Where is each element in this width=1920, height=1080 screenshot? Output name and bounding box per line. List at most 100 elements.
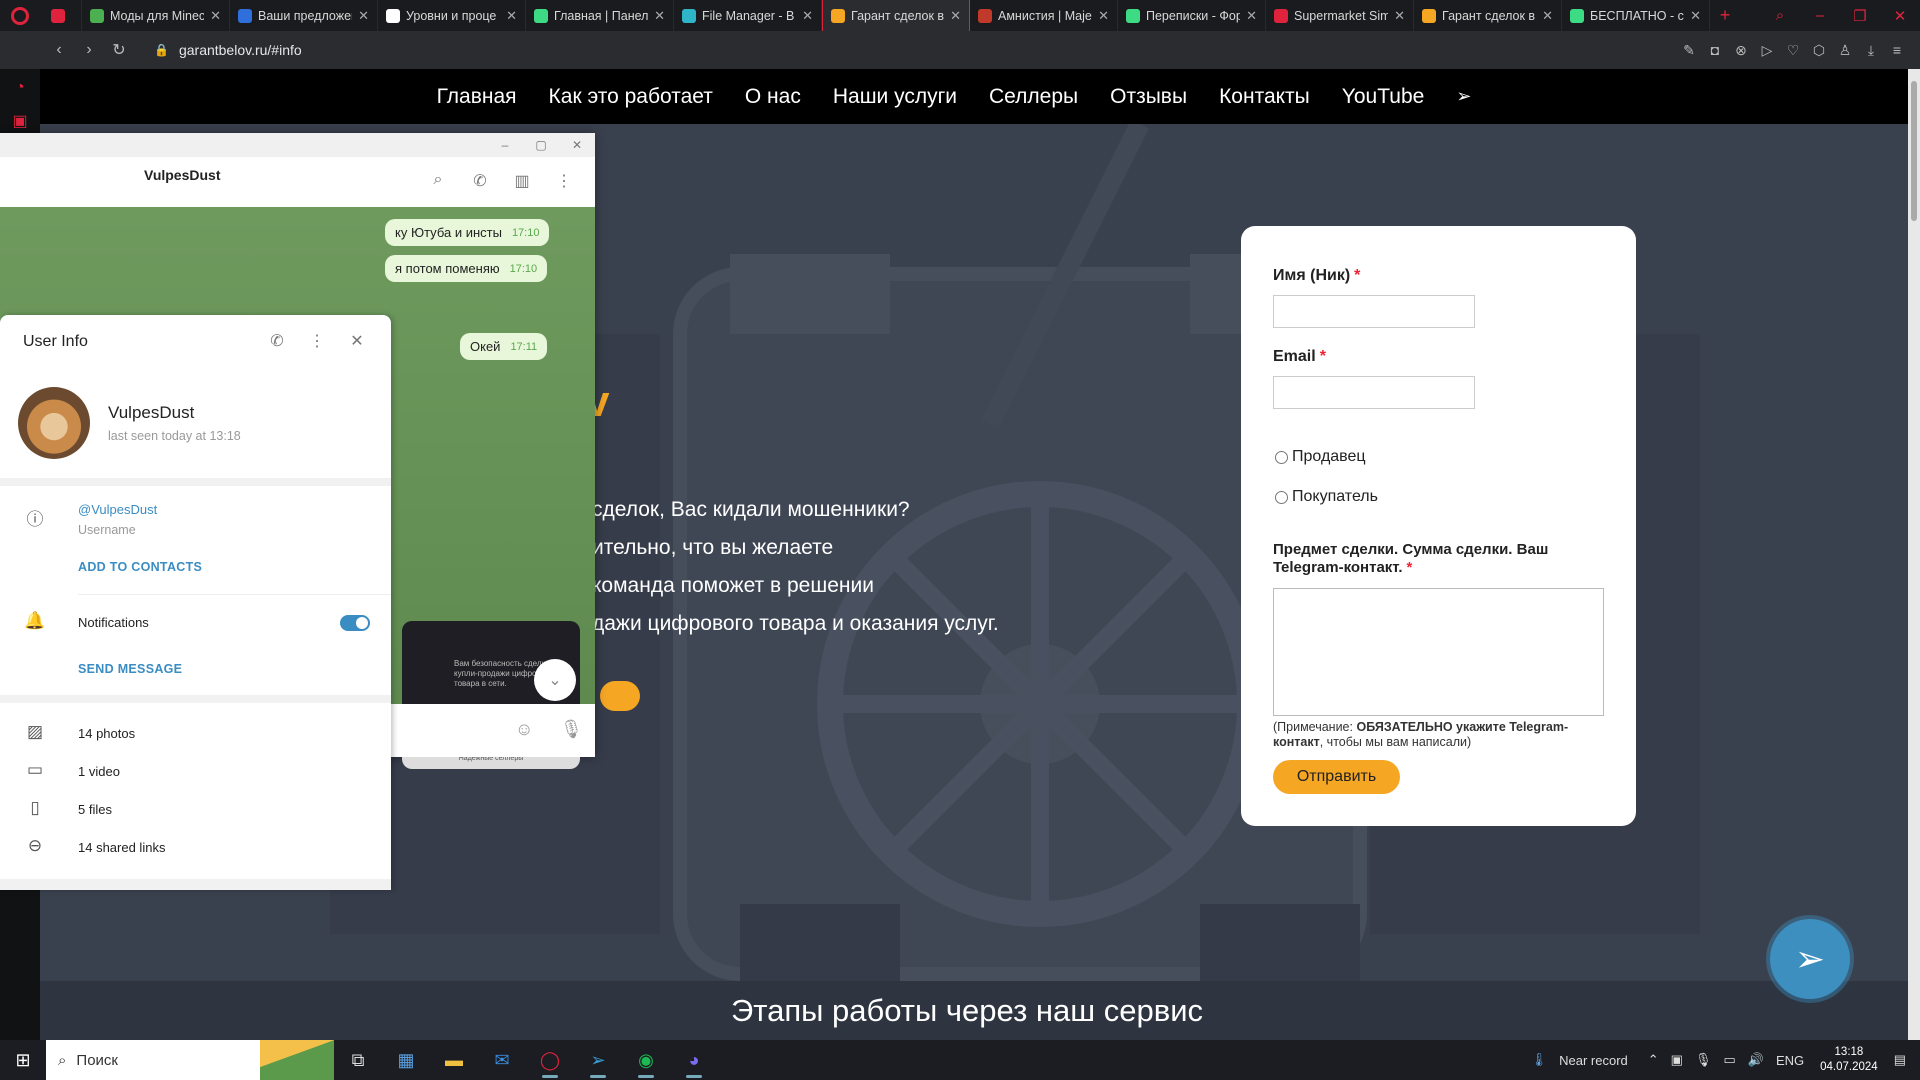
close-icon[interactable]: ✕ — [337, 331, 377, 351]
chevron-up-icon[interactable]: ⌃ — [1648, 1052, 1659, 1068]
clock[interactable]: 13:18 04.07.2024 — [1820, 1045, 1878, 1075]
search-tabs-icon[interactable]: ⌕ — [1760, 7, 1800, 24]
page-scrollbar[interactable] — [1908, 69, 1920, 1040]
start-icon[interactable]: ⊞ — [0, 1050, 46, 1071]
store-icon[interactable]: ▦ — [382, 1040, 430, 1080]
spotify-icon[interactable]: ◉ — [622, 1040, 670, 1080]
telegram-icon[interactable]: ➢ — [1456, 86, 1471, 107]
tab-close-icon[interactable]: ✕ — [506, 8, 517, 24]
tab-close-icon[interactable]: ✕ — [1098, 8, 1109, 24]
browser-tab[interactable] — [40, 0, 82, 31]
restore-button[interactable]: ❐ — [1840, 7, 1880, 25]
shared-links[interactable]: 14 shared links — [78, 840, 165, 855]
browser-tab[interactable]: Главная | Панел ✕ — [526, 0, 674, 31]
hero-button[interactable] — [600, 681, 640, 711]
shared-videos[interactable]: 1 video — [78, 764, 120, 779]
nav-about[interactable]: О нас — [745, 85, 801, 109]
tab-close-icon[interactable]: ✕ — [210, 8, 221, 24]
browser-tab[interactable]: File Manager - B ✕ — [674, 0, 822, 31]
nav-contacts[interactable]: Контакты — [1219, 85, 1310, 109]
tg-close-button[interactable]: ✕ — [559, 138, 595, 152]
message-bubble[interactable]: ку Ютуба и инсты 17:10 — [385, 219, 550, 246]
subject-textarea[interactable] — [1273, 588, 1604, 716]
email-input[interactable] — [1273, 376, 1475, 409]
recording-status[interactable]: Near record — [1559, 1053, 1628, 1068]
camera-icon[interactable]: ◘ — [1702, 42, 1728, 58]
opera-icon[interactable]: ◯ — [526, 1040, 574, 1080]
cube-icon[interactable]: ⬡ — [1806, 42, 1832, 59]
browser-tab[interactable]: Моды для Minec ✕ — [82, 0, 230, 31]
chat-title[interactable]: VulpesDust — [144, 167, 221, 183]
call-icon[interactable]: ✆ — [257, 331, 297, 351]
avatar[interactable] — [18, 387, 90, 459]
minimize-button[interactable]: – — [1800, 7, 1840, 24]
tab-close-icon[interactable]: ✕ — [1394, 8, 1405, 24]
back-icon[interactable]: ‹ — [44, 41, 74, 59]
shared-files[interactable]: 5 files — [78, 802, 112, 817]
telegram-app-icon[interactable]: ➢ — [574, 1040, 622, 1080]
browser-tab[interactable]: Амнистия | Maje ✕ — [970, 0, 1118, 31]
folder-icon[interactable]: ▬ — [430, 1040, 478, 1080]
webcam-icon[interactable]: ▣ — [1671, 1052, 1683, 1068]
tab-close-icon[interactable]: ✕ — [1542, 8, 1553, 24]
opera-menu-icon[interactable] — [0, 0, 40, 31]
download-icon[interactable]: ⤓ — [1858, 42, 1884, 59]
nav-home[interactable]: Главная — [437, 85, 517, 109]
send-message-button[interactable]: SEND MESSAGE — [78, 662, 182, 676]
search-icon[interactable]: ⌕ — [417, 171, 459, 191]
scroll-down-button[interactable]: ⌄ — [534, 659, 576, 701]
language-indicator[interactable]: ENG — [1776, 1053, 1804, 1068]
tab-close-icon[interactable]: ✕ — [358, 8, 369, 24]
volume-icon[interactable]: 🔊 — [1748, 1052, 1764, 1068]
emoji-icon[interactable]: ☺ — [515, 719, 533, 740]
browser-tab[interactable]: Уровни и проце ✕ — [378, 0, 526, 31]
browser-tab[interactable]: Переписки - Фор ✕ — [1118, 0, 1266, 31]
username-value[interactable]: @VulpesDust — [78, 502, 157, 517]
name-input[interactable] — [1273, 295, 1475, 328]
edit-icon[interactable]: ✎ — [1676, 42, 1702, 59]
submit-button[interactable]: Отправить — [1273, 760, 1400, 794]
close-window-button[interactable]: ✕ — [1880, 7, 1920, 25]
tab-close-icon[interactable]: ✕ — [1690, 8, 1701, 24]
network-icon[interactable]: ▭ — [1723, 1052, 1735, 1068]
browser-tab[interactable]: Ваши предложен ✕ — [230, 0, 378, 31]
browser-tab[interactable]: Гарант сделок в ✕ — [822, 0, 970, 31]
tab-close-icon[interactable]: ✕ — [1246, 8, 1257, 24]
nav-services[interactable]: Наши услуги — [833, 85, 957, 109]
message-bubble[interactable]: Окей 17:11 — [460, 333, 548, 360]
message-bubble[interactable]: я потом поменяю 17:10 — [385, 255, 548, 282]
tab-close-icon[interactable]: ✕ — [950, 8, 961, 24]
forward-icon[interactable]: › — [74, 41, 104, 59]
notification-center-icon[interactable]: ▤ — [1894, 1052, 1906, 1068]
adblock-icon[interactable]: ⊗ — [1728, 42, 1754, 59]
tg-minimize-button[interactable]: – — [487, 138, 523, 152]
nav-sellers[interactable]: Селлеры — [989, 85, 1078, 109]
browser-tab[interactable]: БЕСПЛАТНО - са ✕ — [1562, 0, 1710, 31]
sidebar-toggle-icon[interactable]: ▥ — [501, 171, 543, 191]
tab-close-icon[interactable]: ✕ — [802, 8, 813, 24]
shared-photos[interactable]: 14 photos — [78, 726, 135, 741]
phone-icon[interactable]: ✆ — [459, 171, 501, 191]
briefcase-icon[interactable]: ▣ — [0, 111, 40, 131]
microphone-icon[interactable]: 🎙 — [560, 719, 583, 740]
play-icon[interactable]: ▷ — [1754, 42, 1780, 59]
discord-icon[interactable]: ◕ — [670, 1040, 718, 1080]
mail-icon[interactable]: ✉ — [478, 1040, 526, 1080]
menu-icon[interactable]: ≡ — [1884, 42, 1910, 58]
radio-seller[interactable]: Продавец — [1275, 448, 1366, 466]
nav-how-it-works[interactable]: Как это работает — [549, 85, 713, 109]
more-vertical-icon[interactable]: ⋮ — [297, 331, 337, 351]
new-tab-button[interactable]: + — [1710, 0, 1740, 31]
browser-tab[interactable]: Supermarket Sim ✕ — [1266, 0, 1414, 31]
microphone-icon[interactable]: 🎙 — [1695, 1052, 1712, 1068]
more-vertical-icon[interactable]: ⋮ — [543, 171, 585, 191]
browser-tab[interactable]: Гарант сделок в ✕ — [1414, 0, 1562, 31]
nav-youtube[interactable]: YouTube — [1342, 85, 1425, 109]
speed-dial-icon[interactable]: ◔ — [0, 79, 40, 97]
task-view-icon[interactable]: ⧉ — [334, 1040, 382, 1080]
profile-icon[interactable]: ♙ — [1832, 42, 1858, 59]
tg-maximize-button[interactable]: ▢ — [523, 138, 559, 152]
nav-reviews[interactable]: Отзывы — [1110, 85, 1187, 109]
tab-close-icon[interactable]: ✕ — [654, 8, 665, 24]
floating-telegram-button[interactable]: ➢ — [1770, 919, 1850, 999]
